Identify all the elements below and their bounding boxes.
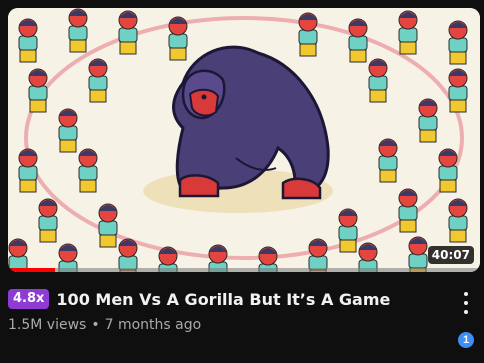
crowd-man: [18, 148, 38, 193]
watch-progress-fill: [8, 268, 56, 272]
crowd-man: [38, 198, 58, 243]
crowd-man: [368, 58, 388, 103]
video-thumbnail[interactable]: 40:07: [8, 8, 480, 272]
video-card: 40:07 4.8x 100 Men Vs A Gorilla But It’s…: [0, 0, 484, 363]
crowd-man: [348, 18, 368, 63]
vertical-ellipsis-icon-dot: [464, 301, 468, 305]
crowd-man: [88, 58, 108, 103]
crowd-man: [378, 138, 398, 183]
watch-progress-bar: [8, 268, 480, 272]
vertical-ellipsis-icon: [464, 292, 468, 296]
crowd-man: [78, 148, 98, 193]
crowd-man: [118, 10, 138, 55]
separator-dot: •: [91, 317, 100, 333]
video-title[interactable]: 100 Men Vs A Gorilla But It’s A Game: [56, 290, 390, 309]
crowd-man: [28, 68, 48, 113]
crowd-man: [58, 108, 78, 153]
crowd-man: [68, 8, 88, 53]
notification-badge[interactable]: 1: [458, 332, 474, 348]
crowd-man: [408, 236, 428, 272]
title-row: 4.8x 100 Men Vs A Gorilla But It’s A Gam…: [8, 289, 454, 309]
crowd-man: [438, 148, 458, 193]
video-stats: 1.5M views • 7 months ago: [8, 317, 201, 333]
more-options-button[interactable]: [458, 292, 474, 314]
crowd-man: [418, 98, 438, 143]
crowd-man: [448, 68, 468, 113]
crowd-man: [448, 198, 468, 243]
crowd-man: [448, 20, 468, 65]
crowd-man: [298, 12, 318, 57]
crowd-man: [398, 10, 418, 55]
crowd-man: [338, 208, 358, 253]
video-duration: 40:07: [427, 246, 474, 264]
vertical-ellipsis-icon-dot: [464, 310, 468, 314]
thumbnail-illustration: [8, 8, 480, 272]
view-count: 1.5M views: [8, 317, 87, 333]
crowd-man: [168, 16, 188, 61]
upload-age: 7 months ago: [104, 317, 202, 333]
crowd-man: [398, 188, 418, 233]
crowd-man: [98, 203, 118, 248]
playback-speed-badge: 4.8x: [8, 289, 50, 309]
crowd-man: [18, 18, 38, 63]
